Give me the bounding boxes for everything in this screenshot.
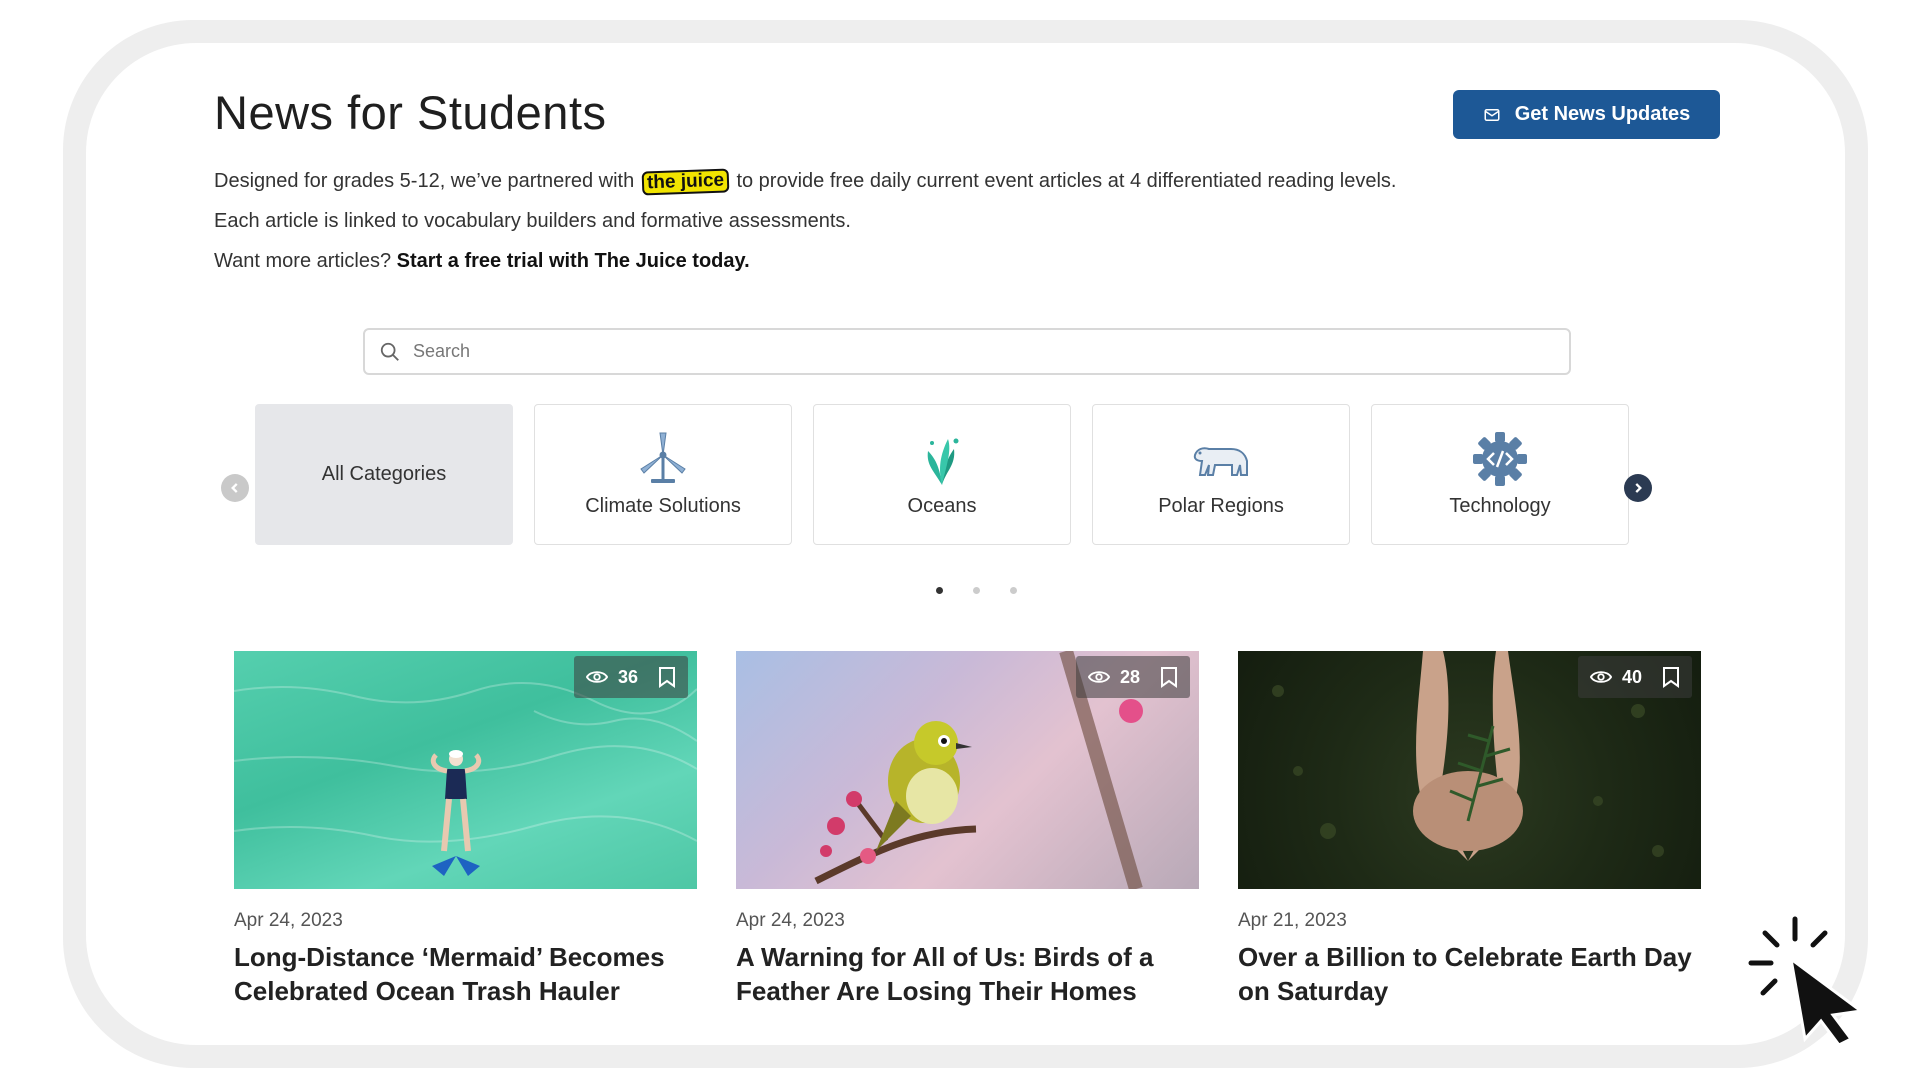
bookmark-icon[interactable] <box>658 666 676 688</box>
article-title-line-2: on Saturday <box>1238 976 1389 1006</box>
polar-bear-icon <box>1193 447 1248 476</box>
category-all[interactable]: All Categories <box>255 404 513 545</box>
article-title-line-1: Long-Distance ‘Mermaid’ Becomes <box>234 942 665 972</box>
view-count-badge: 28 <box>1075 656 1190 698</box>
view-count: 28 <box>1119 666 1140 687</box>
search-input[interactable] <box>413 341 1569 362</box>
view-count: 40 <box>1621 666 1642 687</box>
carousel-pagination <box>936 587 1017 594</box>
category-polar-regions[interactable]: Polar Regions <box>1092 404 1350 545</box>
bookmark-icon[interactable] <box>1662 666 1680 688</box>
article-date: Apr 24, 2023 <box>234 910 343 931</box>
article-image-bird[interactable]: 28 <box>736 651 1199 889</box>
eye-icon <box>1589 671 1612 683</box>
wind-turbine-icon <box>640 432 686 483</box>
free-trial-link[interactable]: Start a free trial with The Juice today. <box>397 250 750 272</box>
article-title-line-1: Over a Billion to Celebrate Earth Day <box>1238 942 1692 972</box>
article-card[interactable]: 36 Apr 24, 2023 Long-Distance ‘Mermaid’ … <box>234 651 697 1008</box>
article-card[interactable]: 40 Apr 21, 2023 Over a Billion to Celebr… <box>1238 651 1701 1008</box>
cta-label: Get News Updates <box>1514 103 1691 125</box>
carousel-prev-button[interactable] <box>221 474 249 502</box>
category-label: Climate Solutions <box>585 495 741 517</box>
article-title[interactable]: Over a Billion to Celebrate Earth Day on… <box>1238 940 1701 1008</box>
envelope-icon <box>1484 108 1500 121</box>
article-title-line-2: Celebrated Ocean Trash Hauler <box>234 976 620 1006</box>
get-news-updates-button[interactable]: Get News Updates <box>1453 90 1720 139</box>
article-date: Apr 24, 2023 <box>736 910 845 931</box>
article-title[interactable]: A Warning for All of Us: Birds of a Feat… <box>736 940 1199 1008</box>
intro-text-before-logo: Designed for grades 5-12, we’ve partnere… <box>214 170 635 192</box>
bookmark-icon[interactable] <box>1160 666 1178 688</box>
view-count-badge: 40 <box>1577 656 1692 698</box>
intro-text-after-logo: to provide free daily current event arti… <box>736 170 1397 192</box>
category-climate-solutions[interactable]: Climate Solutions <box>534 404 792 545</box>
intro-line-3: Want more articles? Start a free trial w… <box>214 250 750 273</box>
view-count-badge: 36 <box>573 656 688 698</box>
carousel-next-button[interactable] <box>1624 474 1652 502</box>
page-title: News for Students <box>214 86 607 139</box>
category-technology[interactable]: Technology <box>1371 404 1629 545</box>
view-count: 36 <box>617 666 638 687</box>
article-date: Apr 21, 2023 <box>1238 910 1347 931</box>
carousel-dot-1[interactable] <box>936 587 943 594</box>
carousel-dot-3[interactable] <box>1010 587 1017 594</box>
article-card[interactable]: 28 Apr 24, 2023 A Warning for All of Us:… <box>736 651 1199 1008</box>
click-cursor-icon <box>1748 916 1865 1045</box>
article-title-line-2: Feather Are Losing Their Homes <box>736 976 1137 1006</box>
category-label: Polar Regions <box>1158 495 1284 517</box>
search-icon <box>380 342 399 361</box>
intro-trial-prefix: Want more articles? <box>214 250 392 272</box>
eye-icon <box>1087 671 1110 683</box>
chevron-left-icon <box>231 483 238 493</box>
carousel-dot-2[interactable] <box>973 587 980 594</box>
article-image-hands-plant[interactable]: 40 <box>1238 651 1701 889</box>
intro-line-1: Designed for grades 5-12, we’ve partnere… <box>214 168 1397 196</box>
seaweed-icon <box>927 438 959 485</box>
category-label: Technology <box>1449 495 1551 517</box>
code-gear-icon <box>1473 432 1527 486</box>
eye-icon <box>585 671 608 683</box>
category-oceans[interactable]: Oceans <box>813 404 1071 545</box>
article-image-swimmer[interactable]: 36 <box>234 651 697 889</box>
intro-line-2: Each article is linked to vocabulary bui… <box>214 210 851 232</box>
chevron-right-icon <box>1635 483 1642 493</box>
category-label: All Categories <box>321 463 447 485</box>
category-label: Oceans <box>907 495 977 517</box>
search-bar[interactable] <box>363 328 1571 375</box>
article-title-line-1: A Warning for All of Us: Birds of a <box>736 942 1154 972</box>
article-title[interactable]: Long-Distance ‘Mermaid’ Becomes Celebrat… <box>234 940 697 1008</box>
the-juice-logo: the juice <box>641 168 730 196</box>
